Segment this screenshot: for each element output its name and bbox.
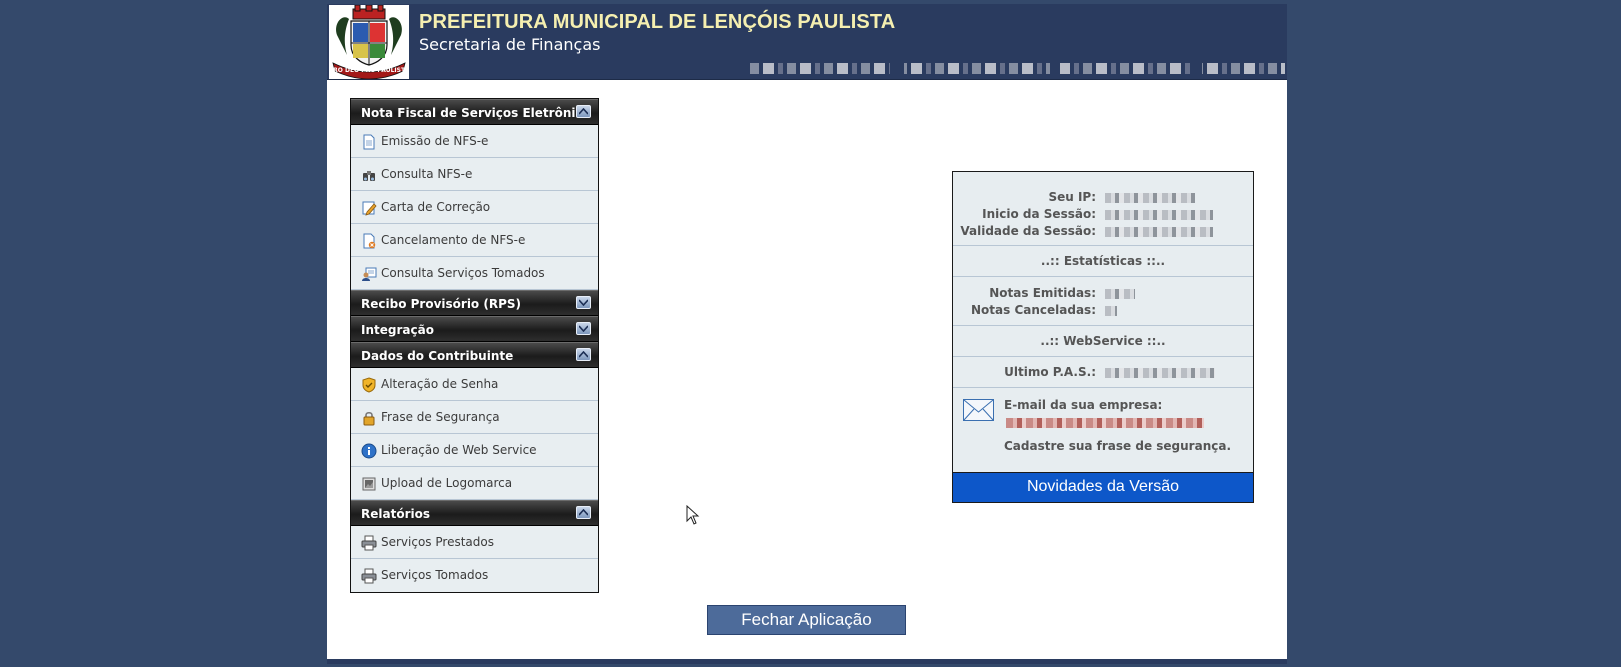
session-valid-row: Validade da Sessão: — [953, 223, 1253, 240]
menu-item-label: Emissão de NFS-e — [381, 134, 489, 148]
menu-item-label: Cancelamento de NFS-e — [381, 233, 526, 247]
redacted-user-info — [750, 63, 1285, 74]
svg-text:PRO DEO PRO PAULISTA: PRO DEO PRO PAULISTA — [329, 67, 409, 74]
email-block: E-mail da sua empresa: Cadastre sua fras… — [953, 388, 1253, 472]
menu-section-rps[interactable]: Recibo Provisório (RPS) — [351, 290, 598, 316]
email-label: E-mail da sua empresa: — [1004, 398, 1163, 412]
envelope-icon — [963, 399, 994, 421]
notes-issued-row: Notas Emitidas: — [953, 285, 1253, 302]
release-notes-button[interactable]: Novidades da Versão — [953, 472, 1253, 502]
menu-item-label: Carta de Correção — [381, 200, 491, 214]
menu-item-cancelamento-nfse[interactable]: Cancelamento de NFS-e — [351, 224, 598, 257]
redacted-ip — [1105, 193, 1195, 203]
menu-section-label: Relatórios — [361, 507, 430, 521]
menu-item-consulta-servicos-tomados[interactable]: Consulta Serviços Tomados — [351, 257, 598, 290]
image-icon — [362, 477, 376, 491]
printer-icon — [361, 535, 377, 551]
ip-label: Seu IP: — [1048, 190, 1096, 204]
menu-section-relatorios[interactable]: Relatórios — [351, 500, 598, 526]
menu-section-integracao[interactable]: Integração — [351, 316, 598, 342]
menu-item-liberacao-webservice[interactable]: Liberação de Web Service — [351, 434, 598, 467]
webservice-block: Ultimo P.A.S.: — [953, 357, 1253, 388]
menu-section-dados-contribuinte[interactable]: Dados do Contribuinte — [351, 342, 598, 368]
info-icon — [361, 443, 377, 459]
expand-down-icon[interactable] — [576, 296, 591, 309]
city-title: PREFEITURA MUNICIPAL DE LENÇÓIS PAULISTA — [419, 11, 896, 33]
session-info-panel: Seu IP: Inicio da Sessão: Validade da Se… — [952, 171, 1254, 503]
menu-section-label: Dados do Contribuinte — [361, 349, 514, 363]
lock-icon — [363, 411, 375, 426]
redacted-session-start — [1105, 210, 1213, 220]
expand-down-icon[interactable] — [576, 322, 591, 335]
menu-section-label: Integração — [361, 323, 434, 337]
menu-item-label: Alteração de Senha — [381, 377, 499, 391]
statistics-block: Notas Emitidas: Notas Canceladas: — [953, 277, 1253, 326]
ip-row: Seu IP: — [953, 189, 1253, 206]
application-shell: PRO DEO PRO PAULISTA PREFEITURA MUNICIPA… — [327, 4, 1287, 664]
menu-item-consulta-nfse[interactable]: Consulta NFS-e — [351, 158, 598, 191]
menu-item-label: Serviços Prestados — [381, 535, 494, 549]
close-application-button[interactable]: Fechar Aplicação — [707, 605, 906, 635]
printer-icon — [361, 568, 377, 584]
user-card-icon — [362, 267, 377, 281]
notes-issued-label: Notas Emitidas: — [989, 286, 1096, 300]
statistics-title: ..:: Estatísticas ::.. — [953, 246, 1253, 277]
redacted-session-valid — [1105, 227, 1213, 237]
binoculars-icon — [363, 171, 375, 181]
last-pas-row: Ultimo P.A.S.: — [953, 364, 1253, 381]
notes-canceled-row: Notas Canceladas: — [953, 302, 1253, 319]
last-pas-label: Ultimo P.A.S.: — [1004, 365, 1096, 379]
menu-item-label: Frase de Segurança — [381, 410, 500, 424]
security-phrase-message[interactable]: Cadastre sua frase de segurança. — [1004, 439, 1231, 453]
menu-item-label: Liberação de Web Service — [381, 443, 537, 457]
menu-item-label: Upload de Logomarca — [381, 476, 513, 490]
session-start-row: Inicio da Sessão: — [953, 206, 1253, 223]
menu-item-label: Serviços Tomados — [381, 568, 489, 582]
menu-item-label: Consulta Serviços Tomados — [381, 266, 545, 280]
menu-item-emissao-nfse[interactable]: Emissão de NFS-e — [351, 125, 598, 158]
side-menu: Nota Fiscal de Serviços Eletrônica Emiss… — [350, 98, 599, 593]
footer-strip — [327, 659, 1287, 664]
edit-pencil-icon — [362, 201, 377, 216]
menu-item-servicos-tomados[interactable]: Serviços Tomados — [351, 559, 598, 592]
mouse-cursor-icon — [686, 505, 700, 525]
department-subtitle: Secretaria de Finanças — [419, 35, 601, 54]
menu-section-label: Nota Fiscal de Serviços Eletrônica — [361, 106, 591, 120]
notes-canceled-label: Notas Canceladas: — [971, 303, 1096, 317]
menu-item-label: Consulta NFS-e — [381, 167, 473, 181]
shield-icon — [362, 377, 376, 393]
menu-item-servicos-prestados[interactable]: Serviços Prestados — [351, 526, 598, 559]
menu-item-alteracao-senha[interactable]: Alteração de Senha — [351, 368, 598, 401]
session-valid-label: Validade da Sessão: — [960, 224, 1096, 238]
menu-item-carta-correcao[interactable]: Carta de Correção — [351, 191, 598, 224]
document-cancel-icon — [363, 233, 376, 249]
redacted-email — [1006, 418, 1204, 428]
session-start-label: Inicio da Sessão: — [982, 207, 1096, 221]
collapse-up-icon[interactable] — [576, 105, 591, 118]
page-header: PRO DEO PRO PAULISTA PREFEITURA MUNICIPA… — [327, 4, 1287, 80]
menu-section-nfse[interactable]: Nota Fiscal de Serviços Eletrônica — [351, 99, 598, 125]
city-crest-logo: PRO DEO PRO PAULISTA — [329, 4, 410, 80]
session-block: Seu IP: Inicio da Sessão: Validade da Se… — [953, 172, 1253, 246]
redacted-last-pas — [1105, 368, 1215, 378]
redacted-notes-canceled — [1105, 306, 1117, 316]
webservice-title: ..:: WebService ::.. — [953, 326, 1253, 357]
document-icon — [363, 134, 375, 150]
menu-section-label: Recibo Provisório (RPS) — [361, 297, 521, 311]
collapse-up-icon[interactable] — [576, 506, 591, 519]
redacted-notes-issued — [1105, 289, 1135, 299]
menu-item-frase-seguranca[interactable]: Frase de Segurança — [351, 401, 598, 434]
menu-item-upload-logomarca[interactable]: Upload de Logomarca — [351, 467, 598, 500]
collapse-up-icon[interactable] — [576, 348, 591, 361]
